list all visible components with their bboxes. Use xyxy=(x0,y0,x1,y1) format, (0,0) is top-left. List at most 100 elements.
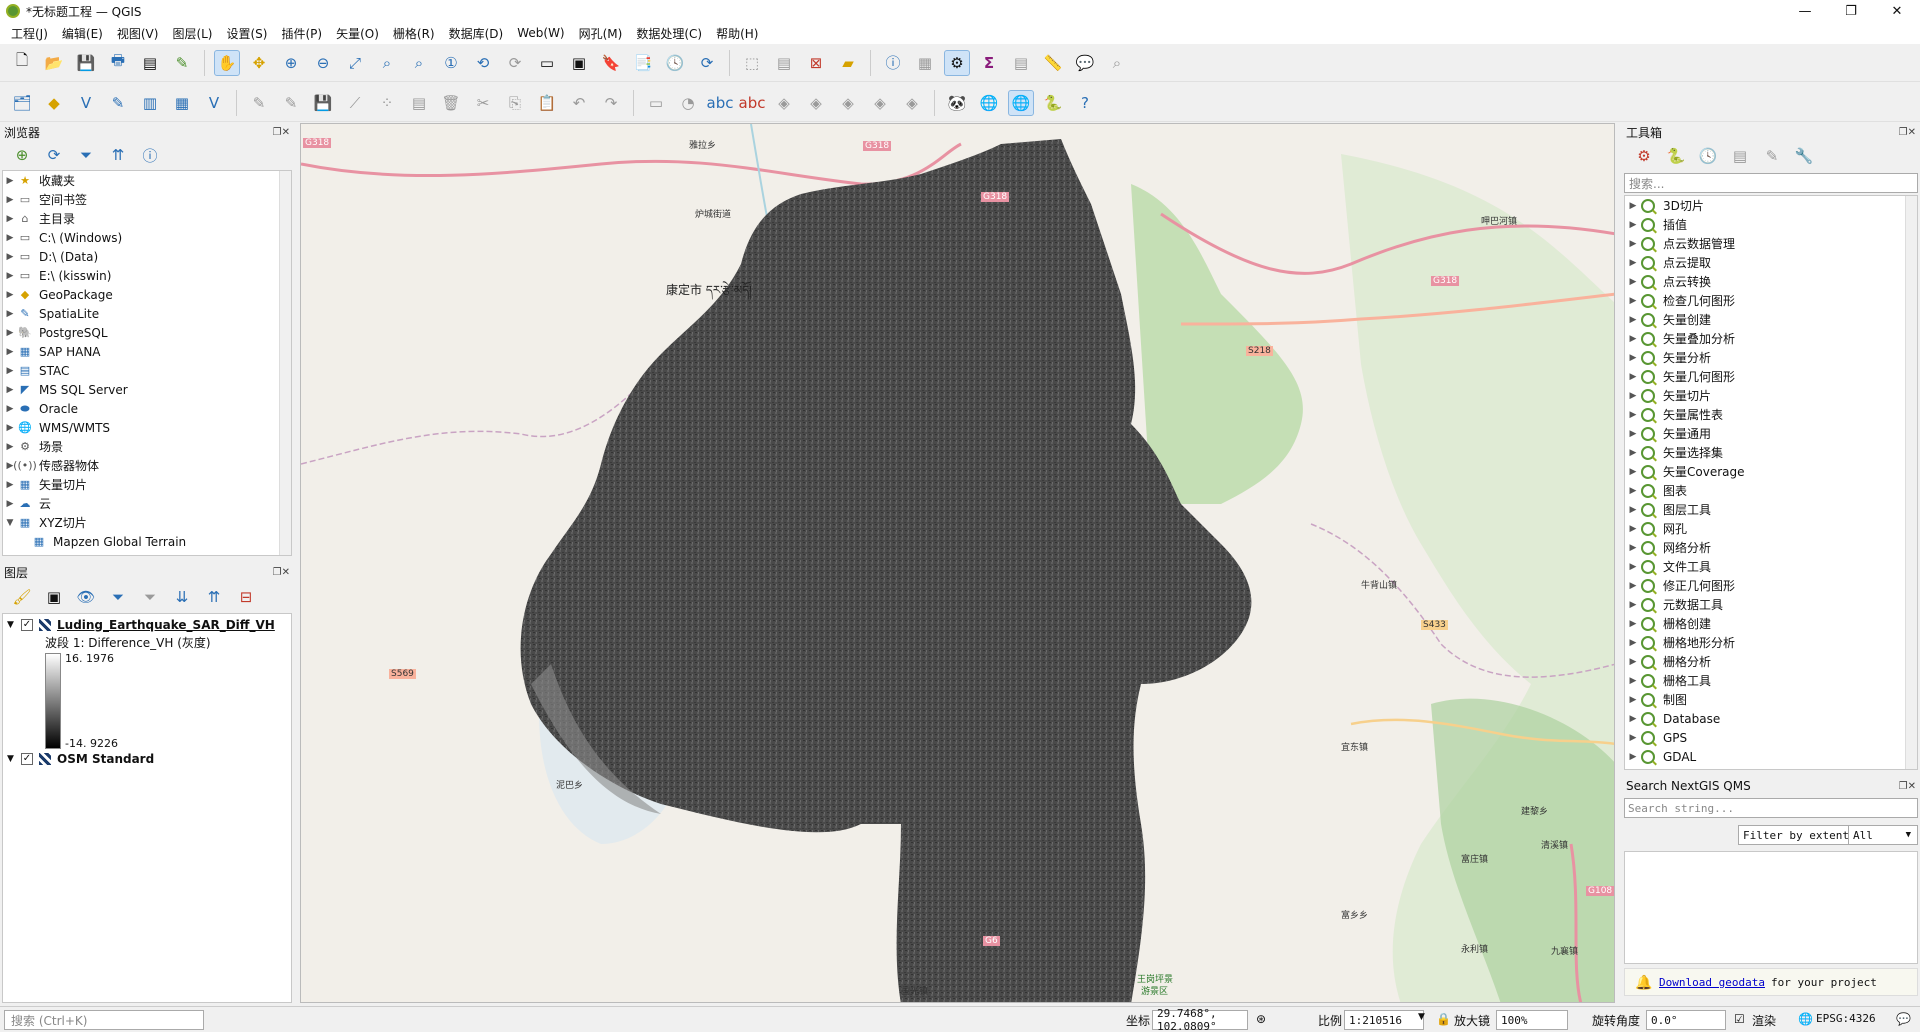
expand-arrow-icon[interactable]: ▶ xyxy=(3,423,17,433)
toolbox-group[interactable]: ▶ 点云提取 xyxy=(1625,253,1917,272)
toolbox-group[interactable]: ▶ 插值 xyxy=(1625,215,1917,234)
temporal-controller-icon[interactable]: 🕓 xyxy=(662,50,688,76)
toolbox-group[interactable]: ▶ 栅格分析 xyxy=(1625,652,1917,671)
remove-layer-icon[interactable]: ⊟ xyxy=(233,584,259,610)
browser-item[interactable]: ▶ ▦ 矢量切片 xyxy=(3,475,291,494)
new-project-icon[interactable]: 🗋 xyxy=(9,50,35,76)
crs-globe-icon[interactable]: 🌐 xyxy=(1798,1012,1813,1026)
expand-arrow-icon[interactable]: ▶ xyxy=(1625,619,1641,629)
delete-selected-icon[interactable]: 🗑 xyxy=(438,90,464,116)
refresh-icon[interactable]: ⟳ xyxy=(694,50,720,76)
panel-float-close-icon[interactable]: ❐✕ xyxy=(1899,781,1916,792)
rotate-label-icon[interactable]: ◈ xyxy=(867,90,893,116)
new-geopackage-layer-icon[interactable]: ◆ xyxy=(41,90,67,116)
expand-arrow-icon[interactable]: ▶ xyxy=(1625,448,1641,458)
zoom-to-selection-icon[interactable]: ⌕ xyxy=(374,50,400,76)
browser-item[interactable]: ▼ ▦ XYZ切片 xyxy=(3,513,291,532)
filter-by-expression-icon[interactable]: ⏷ xyxy=(137,584,163,610)
map-render[interactable] xyxy=(301,124,1615,1003)
expand-arrow-icon[interactable]: ▶ xyxy=(1625,239,1641,249)
add-vector-layer-icon[interactable]: V xyxy=(201,90,227,116)
toolbox-group[interactable]: ▶ 网络分析 xyxy=(1625,538,1917,557)
browser-item[interactable]: ▶ ★ 收藏夹 xyxy=(3,171,291,190)
style-manager-icon[interactable]: ✎ xyxy=(169,50,195,76)
refresh-icon[interactable]: ⟳ xyxy=(41,142,67,168)
expand-arrow-icon[interactable]: ▶ xyxy=(1625,676,1641,686)
layout-manager-icon[interactable]: ▤ xyxy=(137,50,163,76)
toolbox-group[interactable]: ▶ 网孔 xyxy=(1625,519,1917,538)
coordinate-field[interactable]: 29.7468°, 102.0809° xyxy=(1152,1007,1248,1032)
toolbox-group[interactable]: ▶ 矢量选择集 xyxy=(1625,443,1917,462)
expand-arrow-icon[interactable]: ▶ xyxy=(3,233,17,243)
toolbox-search-input[interactable]: 搜索... xyxy=(1624,173,1918,193)
browser-item[interactable]: ▶ ☁ 云 xyxy=(3,494,291,513)
models-icon[interactable]: ⚙ xyxy=(1631,143,1657,169)
move-label-icon[interactable]: ◈ xyxy=(835,90,861,116)
open-project-icon[interactable]: 📂 xyxy=(41,50,67,76)
browser-item[interactable]: ▶ ✎ SpatiaLite xyxy=(3,304,291,323)
toolbox-group[interactable]: ▶ 矢量叠加分析 xyxy=(1625,329,1917,348)
toolbox-group[interactable]: ▶ 矢量几何图形 xyxy=(1625,367,1917,386)
browser-item[interactable]: ▶ ▭ C:\ (Windows) xyxy=(3,228,291,247)
layer-row[interactable]: ▼ ✓ Luding_Earthquake_SAR_Diff_VH xyxy=(7,615,275,634)
menu-view[interactable]: 视图(V) xyxy=(110,25,166,42)
data-source-manager-icon[interactable]: 🗂 xyxy=(9,90,35,116)
properties-icon[interactable]: ⓘ xyxy=(137,142,163,168)
browser-item[interactable]: ▶ ⚙ 场景 xyxy=(3,437,291,456)
cut-features-icon[interactable]: ✂ xyxy=(470,90,496,116)
toolbox-group[interactable]: ▶ 矢量属性表 xyxy=(1625,405,1917,424)
plugin-a-icon[interactable]: 🐼 xyxy=(944,90,970,116)
zoom-to-layer-icon[interactable]: ⌕ xyxy=(406,50,432,76)
expand-arrow-icon[interactable]: ▶ xyxy=(3,366,17,376)
browser-item[interactable]: ▶ ▭ 空间书签 xyxy=(3,190,291,209)
qms-filter-select[interactable]: All ▼ xyxy=(1848,825,1918,845)
toolbox-group[interactable]: ▶ Database xyxy=(1625,709,1917,728)
collapse-arrow-icon[interactable]: ▼ xyxy=(3,518,17,528)
menu-database[interactable]: 数据库(D) xyxy=(442,25,511,42)
toolbox-group[interactable]: ▶ 矢量分析 xyxy=(1625,348,1917,367)
maximize-button[interactable]: ❐ xyxy=(1828,0,1874,22)
menu-layer[interactable]: 图层(L) xyxy=(165,25,219,42)
expand-arrow-icon[interactable]: ▶ xyxy=(1625,733,1641,743)
expand-arrow-icon[interactable]: ▶ xyxy=(1625,258,1641,268)
map-tips-icon[interactable]: 💬 xyxy=(1072,50,1098,76)
browser-item[interactable]: ▶ 🌐 WMS/WMTS xyxy=(3,418,291,437)
panel-float-close-icon[interactable]: ❐✕ xyxy=(273,127,290,138)
layer-name[interactable]: Luding_Earthquake_SAR_Diff_VH xyxy=(57,618,275,632)
close-button[interactable]: ✕ xyxy=(1874,0,1920,22)
layer-visibility-checkbox[interactable]: ✓ xyxy=(21,618,33,631)
crs-label[interactable]: EPSG:4326 xyxy=(1816,1012,1876,1025)
digitize-line-icon[interactable]: ⟋ xyxy=(342,90,368,116)
new-spatial-bookmark-icon[interactable]: 🔖 xyxy=(598,50,624,76)
expand-arrow-icon[interactable]: ▶ xyxy=(1625,334,1641,344)
magnifier-field[interactable]: 100% xyxy=(1496,1010,1568,1030)
expand-arrow-icon[interactable]: ▶ xyxy=(1625,467,1641,477)
open-layer-styling-icon[interactable]: 🖌 xyxy=(9,584,35,610)
toolbox-group[interactable]: ▶ 矢量切片 xyxy=(1625,386,1917,405)
toolbox-group[interactable]: ▶ 文件工具 xyxy=(1625,557,1917,576)
toolbox-icon[interactable]: ⚙ xyxy=(944,49,970,76)
expand-arrow-icon[interactable]: ▶ xyxy=(3,442,17,452)
qms-results-list[interactable] xyxy=(1624,851,1918,964)
toolbox-group[interactable]: ▶ 元数据工具 xyxy=(1625,595,1917,614)
expand-arrow-icon[interactable]: ▶ xyxy=(3,290,17,300)
render-checkbox[interactable]: ☑ xyxy=(1734,1012,1745,1026)
expand-all-icon[interactable]: ⇊ xyxy=(169,584,195,610)
modify-attributes-icon[interactable]: ▤ xyxy=(406,90,432,116)
field-calculator-icon[interactable]: ▤ xyxy=(1008,50,1034,76)
expand-arrow-icon[interactable]: ▶ xyxy=(3,271,17,281)
history-icon[interactable]: 🕓 xyxy=(1695,143,1721,169)
processing-options-icon[interactable]: 🔧 xyxy=(1791,143,1817,169)
layer-visibility-checkbox[interactable]: ✓ xyxy=(21,752,33,765)
toolbox-group[interactable]: ▶ 栅格地形分析 xyxy=(1625,633,1917,652)
download-geodata-link[interactable]: Download geodata xyxy=(1659,976,1765,989)
copy-features-icon[interactable]: ⎘ xyxy=(502,90,528,116)
new-shapefile-layer-icon[interactable]: V xyxy=(73,90,99,116)
toolbox-group[interactable]: ▶ 检查几何图形 xyxy=(1625,291,1917,310)
new-3d-map-view-icon[interactable]: ▣ xyxy=(566,50,592,76)
add-raster-layer-icon[interactable]: ▦ xyxy=(169,90,195,116)
expand-arrow-icon[interactable]: ▶ xyxy=(3,176,17,186)
toggle-editing-icon[interactable]: ✎ xyxy=(246,90,272,116)
help-icon[interactable]: ? xyxy=(1072,90,1098,116)
zoom-in-icon[interactable]: ⊕ xyxy=(278,50,304,76)
